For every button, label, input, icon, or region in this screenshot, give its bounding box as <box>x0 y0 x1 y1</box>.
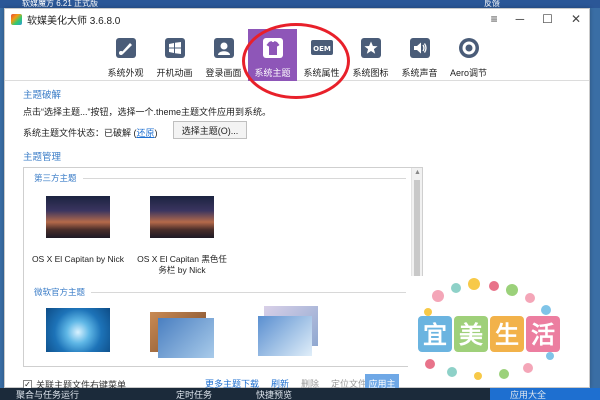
portrait-icon <box>211 35 237 61</box>
section-title-crack: 主题破解 <box>23 90 62 101</box>
scrollbar-thumb[interactable] <box>414 180 420 285</box>
theme-thumbnail-stack-a-front <box>158 318 214 358</box>
tab-system-appearance[interactable]: 系统外观 <box>101 29 150 81</box>
tab-login-screen[interactable]: 登录画面 <box>199 29 248 81</box>
theme-caption[interactable]: OS X El Capitan by Nick <box>30 254 126 265</box>
taskbar: 聚合与任务运行 定时任务 快捷预览 应用大全 <box>0 388 600 400</box>
tab-label: Aero调节 <box>449 68 487 78</box>
speaker-icon <box>407 35 433 61</box>
tab-label: 系统属性 <box>303 68 340 78</box>
status-suffix: ) <box>154 128 158 138</box>
window-title: 软媒美化大师 3.6.8.0 <box>27 15 121 27</box>
background-app-title: 软媒魔方 6.21 正式版 <box>22 0 99 8</box>
taskbar-item-2[interactable]: 定时任务 <box>176 388 212 400</box>
brush-icon <box>113 35 139 61</box>
oem-icon: OEM <box>309 35 335 61</box>
watermark-char-3: 生 <box>495 321 519 349</box>
toolbar: 系统外观 开机动画 登录画面 系统主题 OEM 系统属性 系统图标 系统声音 A… <box>5 23 589 99</box>
watermark-logo: 宜 美 生 活 <box>408 276 568 384</box>
star-icon <box>358 35 384 61</box>
group-title: 微软官方主题 <box>34 287 86 297</box>
theme-thumbnail-elcapitan-black[interactable] <box>150 196 214 238</box>
watermark-char-4: 活 <box>531 321 555 349</box>
taskbar-item-4[interactable]: 应用大全 <box>510 388 546 400</box>
choose-theme-button[interactable]: 选择主题(O)... <box>173 121 247 139</box>
tab-label: 系统主题 <box>254 68 291 78</box>
restore-link[interactable]: 还原 <box>137 128 155 138</box>
crack-status: 系统主题文件状态：已破解 (还原) <box>23 126 158 139</box>
title-bar[interactable]: 软媒美化大师 3.6.8.0 ≡ ─ ☐ ✕ <box>5 9 589 29</box>
tab-system-icons[interactable]: 系统图标 <box>346 29 395 81</box>
tab-system-properties[interactable]: OEM 系统属性 <box>297 29 346 81</box>
tab-system-sounds[interactable]: 系统声音 <box>395 29 444 81</box>
maximize-button[interactable]: ☐ <box>542 12 553 26</box>
group-title: 第三方主题 <box>34 173 77 183</box>
tab-label: 系统声音 <box>401 68 438 78</box>
theme-list[interactable]: 第三方主题 OS X El Capitan by Nick OS X El Ca… <box>23 167 423 367</box>
tab-label: 开机动画 <box>156 68 193 78</box>
watermark-char-1: 宜 <box>423 321 447 349</box>
minimize-button[interactable]: ─ <box>516 12 525 26</box>
app-logo-icon <box>11 13 22 25</box>
tab-label: 系统外观 <box>107 68 144 78</box>
taskbar-item-1[interactable]: 聚合与任务运行 <box>16 388 79 400</box>
background-feedback-link[interactable]: 反馈 <box>484 0 500 8</box>
crack-hint: 点击“选择主题...”按钮，选择一个.theme主题文件应用到系统。 <box>23 107 272 117</box>
theme-caption[interactable]: OS X El Capitan 黑色任务栏 by Nick <box>134 254 230 276</box>
tab-label: 登录画面 <box>205 68 242 78</box>
background-app-strip: 软媒魔方 6.21 正式版 反馈 <box>0 0 600 8</box>
status-label: 系统主题文件状态：已破解 ( <box>23 128 137 138</box>
watermark-char-2: 美 <box>459 321 483 349</box>
tab-system-theme[interactable]: 系统主题 <box>248 29 297 81</box>
theme-thumbnail-stack-b-front <box>258 316 312 356</box>
tab-label: 系统图标 <box>352 68 389 78</box>
tshirt-icon <box>260 35 286 61</box>
close-button[interactable]: ✕ <box>571 12 581 26</box>
taskbar-item-3[interactable]: 快捷预览 <box>256 388 292 400</box>
group-header-microsoft: 微软官方主题 <box>34 286 406 298</box>
menu-button[interactable]: ≡ <box>491 12 498 26</box>
svg-text:OEM: OEM <box>313 45 331 53</box>
group-header-third-party: 第三方主题 <box>34 172 406 184</box>
section-title-manage: 主题管理 <box>23 152 62 163</box>
theme-thumbnail-water[interactable] <box>46 308 110 352</box>
windows-logo-icon <box>162 35 188 61</box>
theme-thumbnail-elcapitan[interactable] <box>46 196 110 238</box>
tab-boot-animation[interactable]: 开机动画 <box>150 29 199 81</box>
aero-ring-icon <box>456 35 482 61</box>
tab-aero-adjust[interactable]: Aero调节 <box>444 29 493 81</box>
